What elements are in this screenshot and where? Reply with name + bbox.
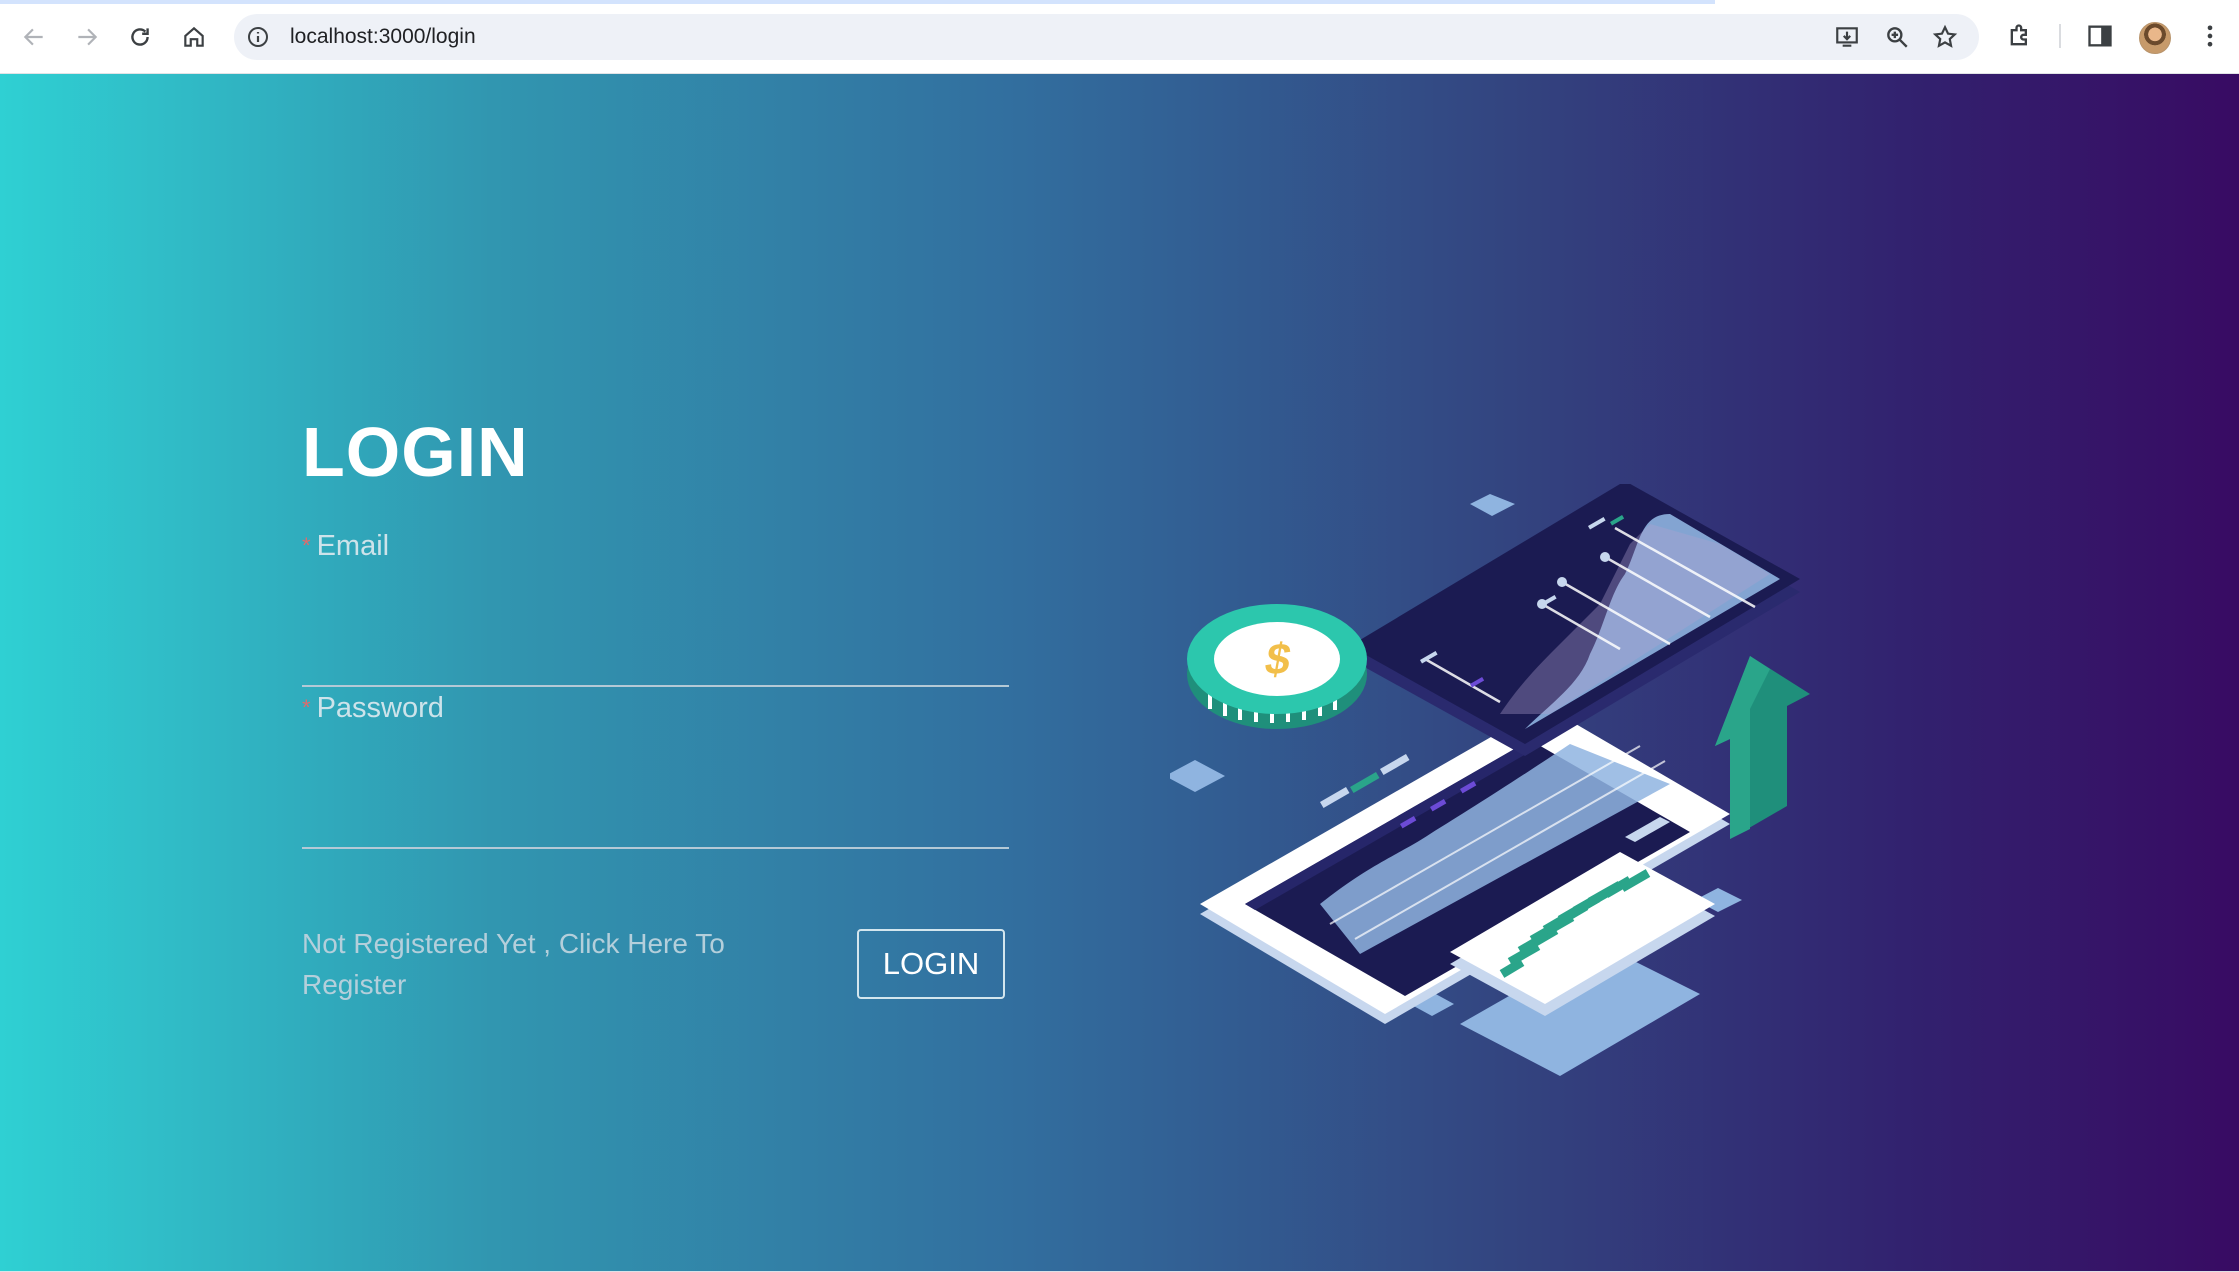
browser-toolbar: localhost:3000/login <box>0 0 2239 74</box>
password-label: * Password <box>302 692 444 725</box>
back-button[interactable] <box>16 19 52 55</box>
url-text[interactable]: localhost:3000/login <box>290 25 476 49</box>
reload-icon <box>131 28 149 46</box>
register-link[interactable]: Not Registered Yet , Click Here To Regis… <box>302 923 802 1005</box>
bookmark-star-icon[interactable] <box>1932 24 1958 50</box>
more-menu-icon[interactable] <box>2196 22 2224 50</box>
page-title: LOGIN <box>302 413 529 491</box>
finance-phone-chart-illustration: $ <box>1170 484 1810 1076</box>
password-label-text: Password <box>316 692 444 724</box>
required-mark: * <box>302 695 311 720</box>
side-panel-icon[interactable] <box>2086 22 2114 50</box>
zoom-icon[interactable] <box>1884 24 1910 50</box>
email-field[interactable] <box>302 639 1009 687</box>
email-label-text: Email <box>316 530 390 562</box>
password-field[interactable] <box>302 801 1009 849</box>
home-button[interactable] <box>176 19 212 55</box>
login-page: LOGIN * Email * Password Not Registered Ye… <box>0 74 2239 1272</box>
forward-icon <box>78 28 98 46</box>
address-bar[interactable]: localhost:3000/login <box>234 14 1979 60</box>
install-app-icon[interactable] <box>1834 24 1860 50</box>
login-button[interactable]: LOGIN <box>857 929 1005 999</box>
toolbar-divider <box>2059 24 2061 48</box>
page-load-progress <box>0 0 1715 4</box>
back-icon <box>23 28 43 46</box>
reload-button[interactable] <box>122 19 158 55</box>
required-mark: * <box>302 533 311 558</box>
profile-avatar[interactable] <box>2139 22 2171 54</box>
home-icon <box>184 26 204 47</box>
forward-button[interactable] <box>69 19 105 55</box>
extensions-icon[interactable] <box>2006 22 2034 50</box>
email-label: * Email <box>302 530 389 563</box>
site-info-icon[interactable] <box>246 25 270 49</box>
